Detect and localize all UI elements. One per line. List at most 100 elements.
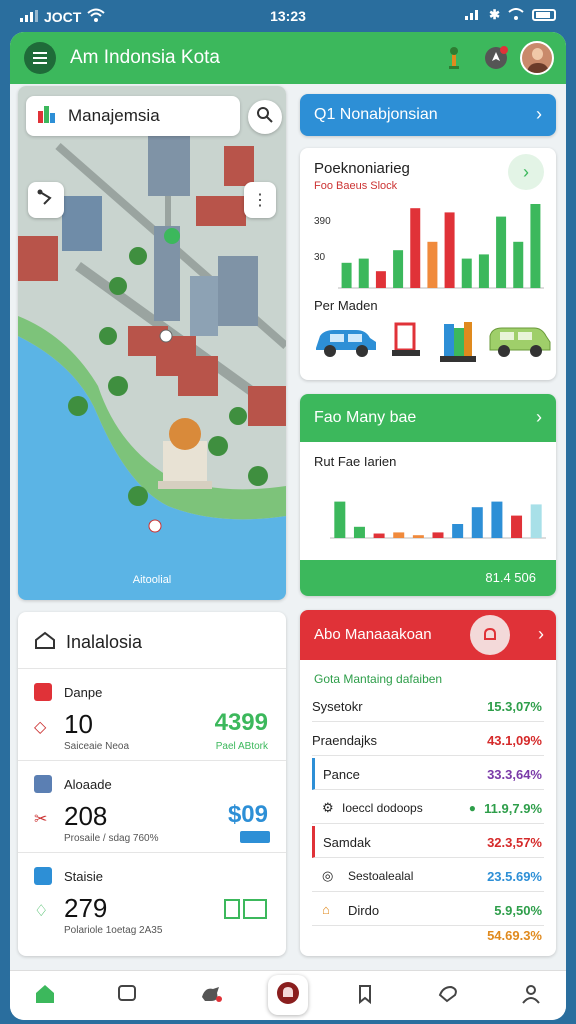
nav-alerts[interactable]	[352, 983, 378, 1009]
stat-row-2[interactable]: ✂ Aloaade 208 Prosaile / sdag 760% $09	[18, 760, 286, 852]
bar	[375, 271, 386, 288]
target-icon: ◎	[322, 868, 334, 883]
card-icon	[224, 899, 268, 924]
nav-location[interactable]	[436, 983, 462, 1009]
stats-title: Inalalosia	[34, 630, 142, 655]
nav-explore[interactable]	[198, 983, 224, 1009]
chart2-footer: 81.4 506	[300, 560, 556, 596]
stat-value: 4399	[214, 709, 268, 736]
list-item[interactable]: ◎ Sestoalealal 23.5.69%	[312, 860, 544, 892]
stats-card: Inalalosia ◇ Danpe 10 Saiceaie Neoa 4399…	[18, 612, 286, 956]
building-icon	[440, 320, 476, 369]
bar	[530, 504, 542, 538]
chart1-title: Poeknoniarieg	[314, 160, 410, 177]
list-item-value: 54.69.3%	[487, 928, 542, 943]
list-item[interactable]: Samdak 32.3,57%	[312, 826, 544, 858]
y-tick-label: 390	[314, 216, 331, 227]
map-more-button[interactable]: ⋮	[244, 182, 276, 218]
bell-icon	[276, 981, 300, 1010]
q1-header-card[interactable]: Q1 Nonabjonsian ›	[300, 94, 556, 136]
bar	[410, 208, 421, 288]
stat-sub: Saiceaie Neoa	[64, 741, 130, 752]
signal-icon	[465, 7, 481, 23]
bar	[334, 501, 346, 538]
chat-icon	[116, 983, 138, 1010]
bar	[471, 507, 483, 538]
stat-sub: Prosaile / sdag 760%	[64, 833, 159, 844]
user-icon	[520, 983, 542, 1010]
leaf-icon: ●	[468, 801, 476, 815]
bar	[393, 532, 405, 538]
vehicles-label: Per Maden	[314, 298, 378, 313]
list-item[interactable]: ⚙ Ioeccl dodoops ● 11.9,7.9%	[312, 792, 544, 824]
bell-icon[interactable]	[470, 615, 510, 655]
home-icon: ⌂	[322, 902, 330, 917]
list-item-value: 43.1,09%	[487, 733, 542, 748]
avatar[interactable]	[520, 41, 554, 75]
chart2-header-label: Fao Many bae	[314, 409, 417, 426]
stat-row-3[interactable]: ♢ Staisie 279 Polariole 1oetag 2A35	[18, 852, 286, 944]
bar	[513, 241, 524, 288]
list-item-value: 33.3,64%	[487, 767, 542, 782]
bar	[358, 258, 369, 288]
stat-number: 10	[64, 709, 93, 739]
city-map[interactable]: Manajemsia ⋮ Aitoolial	[18, 86, 286, 600]
chevron-right-icon: ›	[523, 161, 529, 182]
bar	[427, 241, 438, 288]
bar	[393, 250, 404, 288]
list-item-value: 5.9,50%	[494, 903, 542, 918]
stat-value-sub: Pael ABtork	[215, 741, 268, 752]
bar	[511, 515, 523, 538]
animal-icon	[199, 983, 223, 1010]
list-subtitle: Gota Mantaing dafaiben	[314, 672, 443, 686]
location-pin-icon[interactable]	[440, 44, 468, 72]
map-logo-icon	[36, 103, 58, 130]
list-card: Abo Manaaakoan › Gota Mantaing dafaiben …	[300, 610, 556, 956]
stat-number: 208	[64, 801, 108, 831]
menu-button[interactable]	[24, 42, 56, 74]
list-header-label: Abo Manaaakoan	[314, 626, 432, 643]
route-icon	[36, 188, 56, 213]
stat-sub: Polariole 1oetag 2A35	[64, 925, 163, 936]
list-header[interactable]: Abo Manaaakoan ›	[300, 610, 556, 660]
bar	[412, 535, 424, 538]
map-search-bar[interactable]: Manajemsia	[26, 96, 240, 136]
app-bar: Am Indonsia Kota	[10, 32, 566, 84]
map-tool-button[interactable]	[28, 182, 64, 218]
list-item[interactable]: ⌂ Dirdo 5.9,50%	[312, 894, 544, 926]
app-window: Am Indonsia Kota Manajemsia ⋮ Aitoolial …	[10, 32, 566, 1020]
nav-home[interactable]	[32, 983, 58, 1009]
nav-center-button[interactable]	[268, 975, 308, 1015]
nav-chat[interactable]	[114, 983, 140, 1009]
map-search-button[interactable]	[248, 100, 282, 134]
bar	[341, 262, 352, 288]
list-item[interactable]: 54.69.3%	[312, 924, 544, 950]
stat-badge-icon	[34, 683, 52, 701]
stat-label: Staisie	[64, 869, 104, 884]
chart1-open-button[interactable]: ›	[508, 154, 544, 190]
chevron-right-icon: ›	[536, 407, 542, 427]
chart2-label: Rut Fae Iarien	[314, 454, 397, 469]
list-item-value: 11.9,7.9%	[484, 801, 542, 816]
stat-value: $09	[227, 801, 268, 828]
list-item[interactable]: Praendajks 43.1,09%	[312, 724, 544, 756]
settings-icon: ⚙	[322, 800, 334, 815]
bar	[530, 204, 541, 288]
chart-card-2: Fao Many bae › Rut Fae Iarien 81.4 506	[300, 394, 556, 596]
bar	[432, 532, 444, 538]
van-icon	[486, 320, 554, 365]
list-item-label: Sestoalealal	[348, 869, 414, 883]
diamond-icon: ◇	[34, 719, 47, 736]
list-item[interactable]: Sysetokr 15.3,07%	[312, 690, 544, 722]
bluetooth-icon: ✱	[489, 7, 500, 22]
list-item-label: Ioeccl dodoops	[342, 801, 423, 815]
notification-button[interactable]	[482, 44, 510, 72]
list-item-value: 15.3,07%	[487, 699, 542, 714]
chart2-header[interactable]: Fao Many bae ›	[300, 394, 556, 442]
list-item[interactable]: Pance 33.3,64%	[312, 758, 544, 790]
leaf-icon: ♢	[34, 903, 49, 920]
stat-row-1[interactable]: ◇ Danpe 10 Saiceaie Neoa 4399 Pael ABtor…	[18, 668, 286, 760]
nav-profile[interactable]	[518, 983, 544, 1009]
list-item-value: 32.3,57%	[487, 835, 542, 850]
bar	[491, 501, 503, 538]
